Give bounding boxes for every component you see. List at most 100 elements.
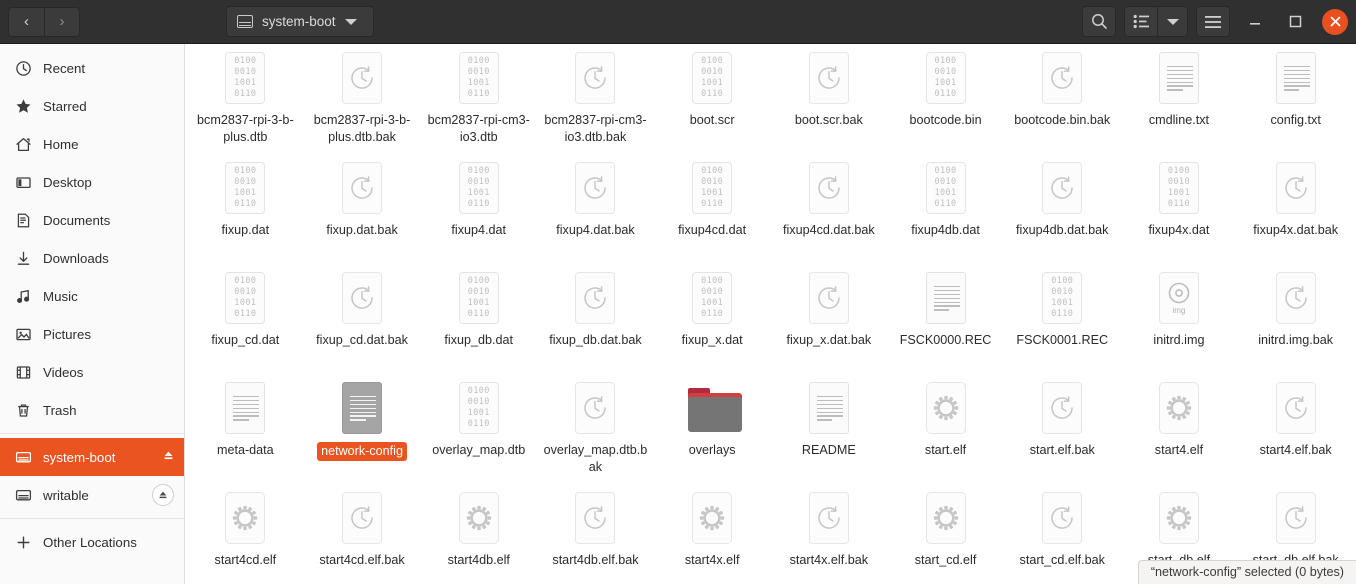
file-item[interactable]: fixup4x.dat.bak [1237, 158, 1354, 268]
file-item[interactable]: cmdline.txt [1121, 48, 1238, 158]
file-name-label: start.elf.bak [1029, 443, 1095, 457]
backup-file-icon [1042, 162, 1083, 214]
file-item[interactable]: start.elf [887, 378, 1004, 488]
file-item[interactable]: 0100 0010 1001 0110 fixup_x.dat [654, 268, 771, 378]
file-name-label: start4x.elf [684, 553, 740, 567]
file-item[interactable]: start4db.elf.bak [537, 488, 654, 584]
sidebar-item-trash[interactable]: Trash [0, 391, 184, 429]
file-item[interactable]: network-config [304, 378, 421, 488]
sidebar-item-recent[interactable]: Recent [0, 49, 184, 87]
sidebar-item-documents[interactable]: Documents [0, 201, 184, 239]
file-icon-wrapper [571, 492, 619, 550]
eject-button[interactable] [152, 484, 174, 506]
binary-file-icon: 0100 0010 1001 0110 [458, 272, 499, 324]
file-item[interactable]: FSCK0000.REC [887, 268, 1004, 378]
file-item[interactable]: start4x.elf.bak [770, 488, 887, 584]
path-bar-button[interactable]: system-boot [226, 6, 374, 37]
file-item[interactable]: start4cd.elf [187, 488, 304, 584]
file-item[interactable]: start4x.elf [654, 488, 771, 584]
file-item[interactable]: 0100 0010 1001 0110 fixup.dat [187, 158, 304, 268]
file-item[interactable]: fixup_db.dat.bak [537, 268, 654, 378]
file-name-label: fixup_x.dat [681, 333, 743, 347]
file-item[interactable]: 0100 0010 1001 0110 bootcode.bin [887, 48, 1004, 158]
view-list-button[interactable] [1124, 6, 1158, 37]
file-name-label: overlays [688, 443, 736, 457]
file-item[interactable]: 0100 0010 1001 0110 bcm2837-rpi-cm3-io3.dtb [420, 48, 537, 158]
view-options-dropdown[interactable] [1158, 6, 1188, 37]
file-name-label: fixup_db.dat.bak [549, 333, 642, 347]
sidebar-item-home[interactable]: Home [0, 125, 184, 163]
file-icon-wrapper [1038, 52, 1086, 110]
file-item[interactable]: start4.elf.bak [1237, 378, 1354, 488]
file-item[interactable]: initrd.img.bak [1237, 268, 1354, 378]
file-item[interactable]: 0100 0010 1001 0110 fixup_db.dat [420, 268, 537, 378]
file-manager-window: ‹ › system-boot Recent Starred Home Desk… [0, 0, 1356, 584]
sidebar-item-videos[interactable]: Videos [0, 353, 184, 391]
file-item[interactable]: 0100 0010 1001 0110 fixup4cd.dat [654, 158, 771, 268]
file-item[interactable]: meta-data [187, 378, 304, 488]
file-item[interactable]: boot.scr.bak [770, 48, 887, 158]
sidebar-item-music[interactable]: Music [0, 277, 184, 315]
binary-file-icon: 0100 0010 1001 0110 [225, 52, 266, 104]
sidebar-item-other-locations[interactable]: Other Locations [0, 523, 184, 561]
sidebar-item-pictures[interactable]: Pictures [0, 315, 184, 353]
chevron-down-icon[interactable] [344, 18, 357, 25]
file-item[interactable]: fixup4db.dat.bak [1004, 158, 1121, 268]
file-item[interactable]: config.txt [1237, 48, 1354, 158]
file-name-label: start4cd.elf [214, 553, 277, 567]
executable-icon [458, 492, 499, 544]
backup-file-icon [808, 162, 849, 214]
file-item[interactable]: img initrd.img [1121, 268, 1238, 378]
file-item[interactable]: start4cd.elf.bak [304, 488, 421, 584]
file-item[interactable]: fixup_x.dat.bak [770, 268, 887, 378]
file-item[interactable]: start4.elf [1121, 378, 1238, 488]
file-item[interactable]: overlays [654, 378, 771, 488]
file-item[interactable]: start_cd.elf [887, 488, 1004, 584]
file-item[interactable]: start4db.elf [420, 488, 537, 584]
sidebar-item-system-boot[interactable]: system-boot [0, 438, 184, 476]
hamburger-menu-icon [1205, 15, 1221, 28]
file-item[interactable]: 0100 0010 1001 0110 FSCK0001.REC [1004, 268, 1121, 378]
file-item[interactable]: 0100 0010 1001 0110 fixup4.dat [420, 158, 537, 268]
binary-file-icon: 0100 0010 1001 0110 [692, 52, 733, 104]
sidebar-item-desktop[interactable]: Desktop [0, 163, 184, 201]
file-browser-area[interactable]: 0100 0010 1001 0110 bcm2837-rpi-3-b-plus.dtb… [185, 44, 1356, 584]
file-item[interactable]: 0100 0010 1001 0110 overlay_map.dtb [420, 378, 537, 488]
file-item[interactable]: bcm2837-rpi-cm3-io3.dtb.bak [537, 48, 654, 158]
sidebar-item-downloads[interactable]: Downloads [0, 239, 184, 277]
eject-icon[interactable] [163, 450, 174, 464]
sidebar-item-starred[interactable]: Starred [0, 87, 184, 125]
file-name-label: bcm2837-rpi-3-b-plus.dtb [197, 113, 294, 144]
backup-file-icon [575, 382, 616, 434]
file-icon-wrapper: 0100 0010 1001 0110 [688, 52, 736, 110]
file-item[interactable]: 0100 0010 1001 0110 boot.scr [654, 48, 771, 158]
drive-icon [14, 448, 32, 466]
close-button[interactable] [1322, 8, 1348, 35]
file-name-label: start.elf [924, 443, 967, 457]
file-item[interactable]: fixup_cd.dat.bak [304, 268, 421, 378]
file-item[interactable]: 0100 0010 1001 0110 bcm2837-rpi-3-b-plus.dtb [187, 48, 304, 158]
file-item[interactable]: overlay_map.dtb.bak [537, 378, 654, 488]
file-item[interactable]: fixup4.dat.bak [537, 158, 654, 268]
file-item[interactable]: fixup.dat.bak [304, 158, 421, 268]
main-menu-button[interactable] [1196, 6, 1230, 37]
backup-file-icon [808, 492, 849, 544]
sidebar-separator [0, 433, 184, 434]
file-name-label: bcm2837-rpi-cm3-io3.dtb.bak [544, 113, 647, 144]
search-button[interactable] [1082, 6, 1116, 37]
minimize-button[interactable] [1240, 7, 1270, 37]
file-item[interactable]: fixup4cd.dat.bak [770, 158, 887, 268]
file-item[interactable]: 0100 0010 1001 0110 fixup4x.dat [1121, 158, 1238, 268]
file-item[interactable]: start.elf.bak [1004, 378, 1121, 488]
file-item[interactable]: 0100 0010 1001 0110 fixup4db.dat [887, 158, 1004, 268]
sidebar-item-writable[interactable]: writable [0, 476, 184, 514]
file-item[interactable]: start_cd.elf.bak [1004, 488, 1121, 584]
back-button[interactable]: ‹ [8, 6, 44, 37]
file-item[interactable]: bcm2837-rpi-3-b-plus.dtb.bak [304, 48, 421, 158]
executable-icon [925, 382, 966, 434]
file-item[interactable]: bootcode.bin.bak [1004, 48, 1121, 158]
forward-button[interactable]: › [44, 6, 80, 37]
file-item[interactable]: README [770, 378, 887, 488]
file-item[interactable]: 0100 0010 1001 0110 fixup_cd.dat [187, 268, 304, 378]
maximize-button[interactable] [1280, 7, 1310, 37]
